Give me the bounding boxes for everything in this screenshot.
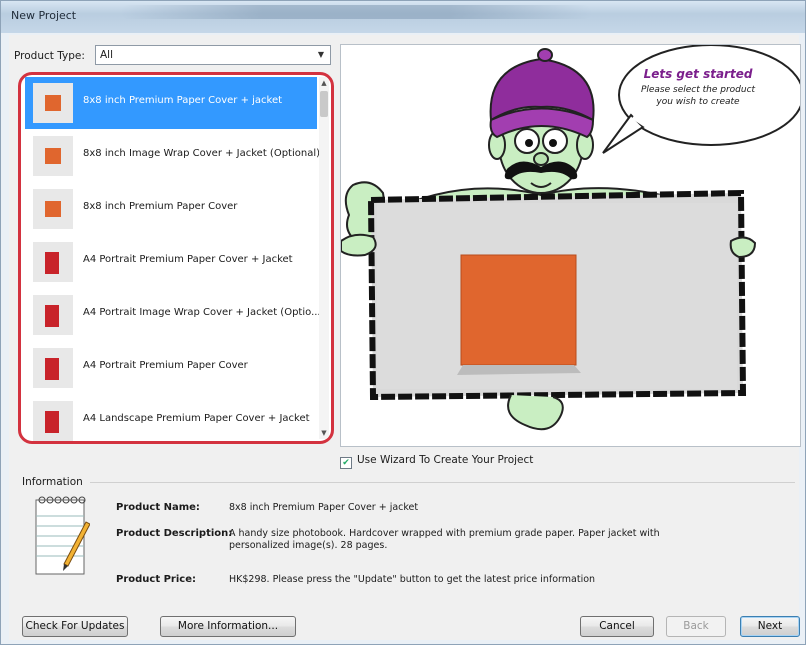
product-list-item[interactable]: A4 Portrait Premium Paper Cover + Jacket	[25, 236, 317, 288]
notepad-pencil-icon	[35, 496, 90, 575]
product-list-item-label: A4 Portrait Image Wrap Cover + Jacket (O…	[83, 307, 321, 318]
speech-line-2: you wish to create	[656, 97, 740, 107]
product-thumbnail	[33, 83, 73, 123]
product-list-item-label: 8x8 inch Premium Paper Cover	[83, 201, 238, 212]
product-description-value: A handy size photobook. Hardcover wrappe…	[229, 528, 660, 551]
speech-heading: Lets get started	[643, 67, 753, 81]
title-bar-blur	[121, 5, 591, 19]
book-cover-icon	[45, 358, 59, 380]
product-description-label: Product Description:	[116, 528, 233, 539]
information-panel: Product Name: 8x8 inch Premium Paper Cov…	[18, 490, 798, 600]
product-list-item[interactable]: A4 Portrait Image Wrap Cover + Jacket (O…	[25, 289, 321, 341]
product-list-item[interactable]: A4 Portrait Premium Paper Cover	[25, 342, 317, 394]
scroll-thumb[interactable]	[320, 91, 328, 117]
product-type-label: Product Type:	[14, 50, 85, 62]
next-button[interactable]: Next	[740, 616, 800, 637]
back-button[interactable]: Back	[666, 616, 726, 637]
product-thumbnail	[33, 295, 73, 335]
window-title: New Project	[11, 9, 77, 22]
book-cover-icon	[45, 305, 59, 327]
book-cover-icon	[45, 252, 59, 274]
product-name-value: 8x8 inch Premium Paper Cover + jacket	[229, 502, 419, 513]
title-bar: New Project	[1, 1, 805, 33]
product-type-value: All	[100, 49, 114, 61]
book-cover-icon	[45, 95, 61, 111]
product-thumbnail	[33, 136, 73, 176]
product-list-item-label: A4 Landscape Premium Paper Cover + Jacke…	[83, 413, 310, 424]
product-list-item[interactable]: 8x8 inch Image Wrap Cover + Jacket (Opti…	[25, 130, 321, 182]
book-cover-icon	[45, 411, 59, 433]
product-thumbnail	[33, 242, 73, 282]
product-list-item-label: A4 Portrait Premium Paper Cover + Jacket	[83, 254, 293, 265]
product-list-item[interactable]: 8x8 inch Premium Paper Cover	[25, 183, 317, 235]
product-price-value: HK$298. Please press the "Update" button…	[229, 574, 596, 585]
product-thumbnail	[33, 401, 73, 441]
cancel-button[interactable]: Cancel	[580, 616, 654, 637]
more-information-button[interactable]: More Information...	[160, 616, 296, 637]
product-list-item[interactable]: 8x8 inch Premium Paper Cover + jacket	[25, 77, 317, 129]
product-list-item-label: 8x8 inch Premium Paper Cover + jacket	[83, 95, 283, 106]
check-for-updates-button[interactable]: Check For Updates	[22, 616, 128, 637]
product-preview: Lets get started Please select the produ…	[340, 44, 804, 447]
speech-line-1: Please select the product	[640, 85, 756, 95]
information-heading: Information	[22, 476, 83, 488]
book-cover-icon	[45, 201, 61, 217]
scroll-down-icon[interactable]: ▼	[319, 427, 329, 439]
scroll-up-icon[interactable]: ▲	[319, 77, 329, 89]
product-thumbnail	[33, 348, 73, 388]
product-list-item[interactable]: A4 Landscape Premium Paper Cover + Jacke…	[25, 395, 317, 441]
product-list: 8x8 inch Premium Paper Cover + jacket 8x8…	[18, 72, 334, 444]
use-wizard-checkbox[interactable]: ✔ Use Wizard To Create Your Project	[340, 454, 533, 469]
information-divider	[90, 482, 795, 483]
product-list-item-label: 8x8 inch Image Wrap Cover + Jacket (Opti…	[83, 148, 321, 159]
product-thumbnail	[33, 189, 73, 229]
product-list-item-label: A4 Portrait Premium Paper Cover	[83, 360, 248, 371]
product-type-dropdown[interactable]: All ▼	[95, 45, 331, 65]
product-price-label: Product Price:	[116, 574, 196, 585]
use-wizard-label: Use Wizard To Create Your Project	[357, 454, 534, 466]
product-name-label: Product Name:	[116, 502, 200, 513]
chevron-down-icon[interactable]: ▼	[314, 48, 328, 62]
book-cover-icon	[45, 148, 61, 164]
checkbox-checked-icon[interactable]: ✔	[340, 457, 352, 469]
list-scrollbar[interactable]: ▲ ▼	[319, 77, 329, 439]
